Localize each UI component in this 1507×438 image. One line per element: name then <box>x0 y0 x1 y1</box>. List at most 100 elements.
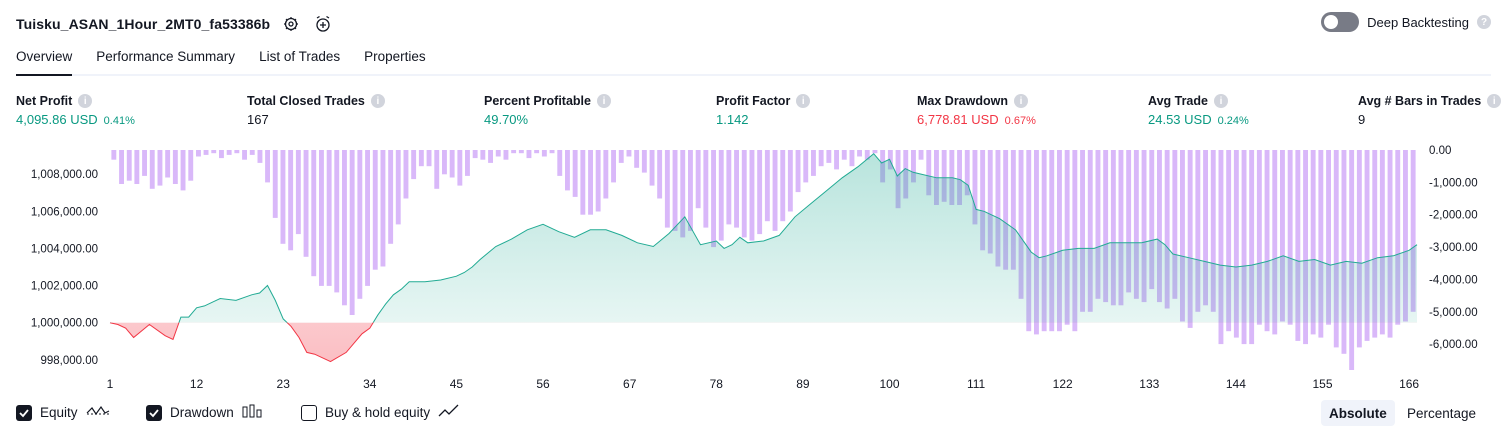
metric-value: 1.142 <box>716 112 749 127</box>
percentage-mode-button[interactable]: Percentage <box>1399 400 1484 426</box>
drawdown-bar <box>342 150 347 306</box>
drawdown-bar <box>234 150 240 154</box>
drawdown-bar <box>711 150 716 248</box>
x-axis-tick: 144 <box>1226 377 1246 391</box>
metric-percent: 0.24% <box>1217 115 1249 127</box>
tab-overview[interactable]: Overview <box>16 46 73 76</box>
metric-profit-factor: Profit Factor i 1.142 <box>716 94 811 127</box>
drawdown-bar <box>211 150 217 154</box>
drawdown-bar <box>372 150 378 270</box>
drawdown-bar <box>334 150 340 293</box>
tab-list-of-trades[interactable]: List of Trades <box>259 46 340 74</box>
drawdown-bar <box>272 150 278 218</box>
metric-value: 6,778.81 USD <box>917 112 999 127</box>
drawdown-bar <box>265 150 270 183</box>
drawdown-bar <box>664 150 670 228</box>
deep-backtesting-control: Deep Backtesting ? <box>1321 12 1491 32</box>
drawdown-bar <box>588 150 593 215</box>
drawdown-bar <box>780 150 786 222</box>
legend-buy-hold-equity[interactable]: Buy & hold equity <box>301 404 460 421</box>
metric-label: Total Closed Trades <box>247 94 365 108</box>
metric-value: 4,095.86 USD <box>16 112 98 127</box>
drawdown-bar <box>465 150 470 176</box>
tab-performance-summary[interactable]: Performance Summary <box>96 46 235 74</box>
info-icon[interactable]: i <box>1213 94 1228 108</box>
metric-net-profit: Net Profit i 4,095.86 USD 0.41% <box>16 94 135 127</box>
drawdown-bar <box>280 150 286 244</box>
drawdown-bar <box>357 150 363 299</box>
x-axis-tick: 122 <box>1053 377 1073 391</box>
metric-max-drawdown: Max Drawdown i 6,778.81 USD 0.67% <box>917 94 1036 127</box>
drawdown-bar <box>857 150 862 157</box>
drawdown-bar <box>326 150 332 286</box>
drawdown-bar <box>565 150 570 191</box>
settings-gear-icon[interactable] <box>280 13 302 35</box>
metric-value: 9 <box>1358 112 1366 127</box>
info-icon[interactable]: i <box>370 94 385 108</box>
metric-label: Profit Factor <box>716 94 791 108</box>
metric-label: Net Profit <box>16 94 73 108</box>
right-axis-tick: -3,000.00 <box>1429 242 1478 254</box>
drawdown-bar <box>288 150 294 251</box>
add-alert-clock-icon[interactable] <box>312 13 334 35</box>
info-icon[interactable]: i <box>1487 94 1502 108</box>
drawdown-bar <box>526 150 532 159</box>
x-axis-tick: 111 <box>967 377 986 391</box>
x-axis-tick: 133 <box>1139 377 1159 391</box>
drawdown-bar <box>649 150 655 186</box>
drawdown-bar <box>418 150 424 167</box>
drawdown-bar <box>757 150 763 235</box>
drawdown-bar <box>834 150 839 170</box>
x-axis-tick: 67 <box>623 377 637 391</box>
info-icon[interactable]: i <box>796 94 811 108</box>
drawdown-bar <box>319 150 324 286</box>
drawdown-bar <box>657 150 663 199</box>
info-icon[interactable]: i <box>78 94 93 108</box>
drawdown-bar <box>803 150 809 183</box>
equity-drawdown-chart[interactable]: 1,008,000.00 1,006,000.00 1,004,000.00 1,00… <box>0 140 1507 398</box>
drawdown-bar <box>818 150 824 167</box>
x-axis-tick: 34 <box>363 377 377 391</box>
tab-properties[interactable]: Properties <box>364 46 426 74</box>
help-icon[interactable]: ? <box>1477 15 1491 29</box>
legend-equity[interactable]: Equity <box>16 404 110 421</box>
drawdown-bar <box>534 150 540 154</box>
absolute-mode-button[interactable]: Absolute <box>1321 400 1395 426</box>
drawdown-bar <box>380 150 386 267</box>
metric-percent-profitable: Percent Profitable i 49.70% <box>484 94 611 127</box>
left-axis-tick: 1,006,000.00 <box>31 206 98 218</box>
drawdown-bar <box>726 150 732 225</box>
drawdown-bar <box>872 150 878 154</box>
drawdown-bar <box>180 150 186 191</box>
drawdown-bar <box>403 150 409 199</box>
drawdown-bar <box>119 150 124 184</box>
deep-backtesting-toggle[interactable] <box>1321 12 1360 32</box>
right-axis-tick: -6,000.00 <box>1429 339 1478 351</box>
drawdown-checkbox[interactable] <box>146 404 162 421</box>
legend-drawdown[interactable]: Drawdown <box>146 404 262 421</box>
drawdown-bar <box>1341 150 1347 354</box>
drawdown-bar <box>219 150 224 159</box>
drawdown-bar <box>295 150 301 235</box>
drawdown-bar <box>641 150 647 173</box>
left-axis-tick: 1,000,000.00 <box>31 318 98 330</box>
drawdown-bar <box>134 150 140 184</box>
drawdown-bar <box>449 150 455 178</box>
drawdown-bar <box>349 150 355 315</box>
right-axis-tick: -5,000.00 <box>1429 307 1478 319</box>
info-icon[interactable]: i <box>1014 94 1028 108</box>
drawdown-bar <box>595 150 601 212</box>
x-axis-tick: 23 <box>277 377 291 391</box>
buy-hold-checkbox[interactable] <box>301 404 317 421</box>
info-icon[interactable]: i <box>596 94 611 108</box>
drawdown-bar <box>734 150 739 228</box>
drawdown-bar <box>811 150 816 176</box>
metric-total-closed-trades: Total Closed Trades i 167 <box>247 94 385 127</box>
metric-avg-trade: Avg Trade i 24.53 USD 0.24% <box>1148 94 1249 127</box>
metric-label: Max Drawdown <box>917 94 1008 108</box>
drawdown-bar <box>303 150 309 257</box>
drawdown-bar <box>365 150 370 286</box>
equity-checkbox[interactable] <box>16 404 32 421</box>
drawdown-bar <box>626 150 632 157</box>
drawdown-bar <box>126 150 132 181</box>
